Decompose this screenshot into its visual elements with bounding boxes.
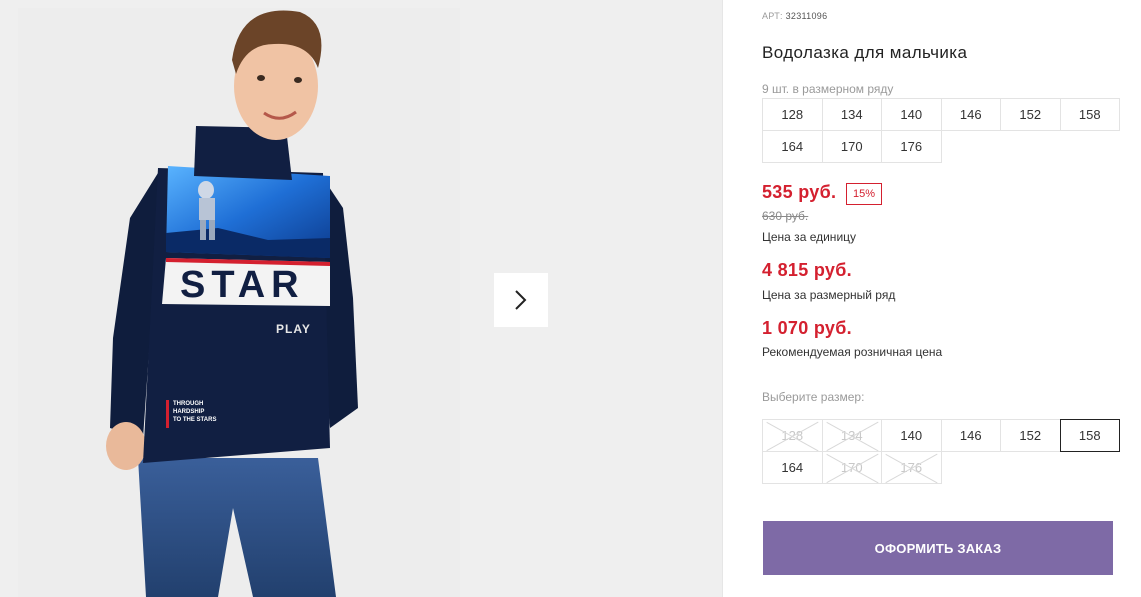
- article-value: 32311096: [785, 11, 828, 21]
- panel-divider: [722, 0, 723, 597]
- size-row-item: 164: [762, 130, 823, 163]
- product-photo[interactable]: STAR PLAY THROUGH HARDSHIP TO THE STARS: [18, 8, 460, 597]
- next-image-button[interactable]: [494, 273, 548, 327]
- size-option[interactable]: 146: [940, 419, 1001, 452]
- size-option[interactable]: 164: [762, 451, 823, 484]
- row-price: 4 815 руб.: [762, 260, 852, 280]
- size-row-item: 176: [881, 130, 942, 163]
- print-slogan-2: HARDSHIP: [173, 409, 204, 415]
- retail-price-label: Рекомендуемая розничная цена: [762, 345, 943, 359]
- size-option[interactable]: 152: [1000, 419, 1061, 452]
- size-row-item: 128: [762, 98, 823, 131]
- size-row-item: 158: [1059, 98, 1120, 131]
- size-row-item: 134: [821, 98, 882, 131]
- size-row-count: 9 шт. в размерном ряду: [762, 82, 894, 96]
- print-main-word: STAR: [180, 264, 305, 306]
- size-option-disabled: 134: [821, 419, 882, 452]
- size-option-disabled: 176: [881, 451, 942, 484]
- unit-price: 535 руб.: [762, 182, 837, 202]
- size-option-disabled: 170: [821, 451, 882, 484]
- size-option-selected[interactable]: 158: [1059, 419, 1120, 452]
- row-price-label: Цена за размерный ряд: [762, 288, 896, 302]
- chevron-right-icon: [515, 290, 527, 310]
- size-row-item: 152: [1000, 98, 1061, 131]
- size-option[interactable]: 140: [881, 419, 942, 452]
- retail-price: 1 070 руб.: [762, 318, 852, 338]
- product-gallery: STAR PLAY THROUGH HARDSHIP TO THE STARS: [0, 0, 722, 597]
- print-slogan-1: THROUGH: [173, 401, 203, 407]
- size-row-item: 146: [940, 98, 1001, 131]
- article-number: АРТ: 32311096: [762, 11, 827, 21]
- print-sub-word: PLAY: [276, 322, 311, 336]
- unit-price-label: Цена за единицу: [762, 230, 857, 244]
- size-picker-grid: 128 134 140 146 152 158 164 170 176: [762, 419, 1120, 484]
- size-row-item: 140: [881, 98, 942, 131]
- article-label: АРТ:: [762, 11, 783, 21]
- product-title: Водолазка для мальчика: [762, 43, 968, 62]
- print-slogan-3: TO THE STARS: [173, 417, 216, 423]
- old-price: 630 руб.: [762, 209, 809, 223]
- discount-badge: 15%: [846, 183, 883, 205]
- place-order-button[interactable]: ОФОРМИТЬ ЗАКАЗ: [763, 521, 1113, 575]
- choose-size-label: Выберите размер:: [762, 390, 865, 404]
- size-option-disabled: 128: [762, 419, 823, 452]
- size-row-item: 170: [821, 130, 882, 163]
- size-row-grid: 128 134 140 146 152 158 164 170 176: [762, 98, 1120, 163]
